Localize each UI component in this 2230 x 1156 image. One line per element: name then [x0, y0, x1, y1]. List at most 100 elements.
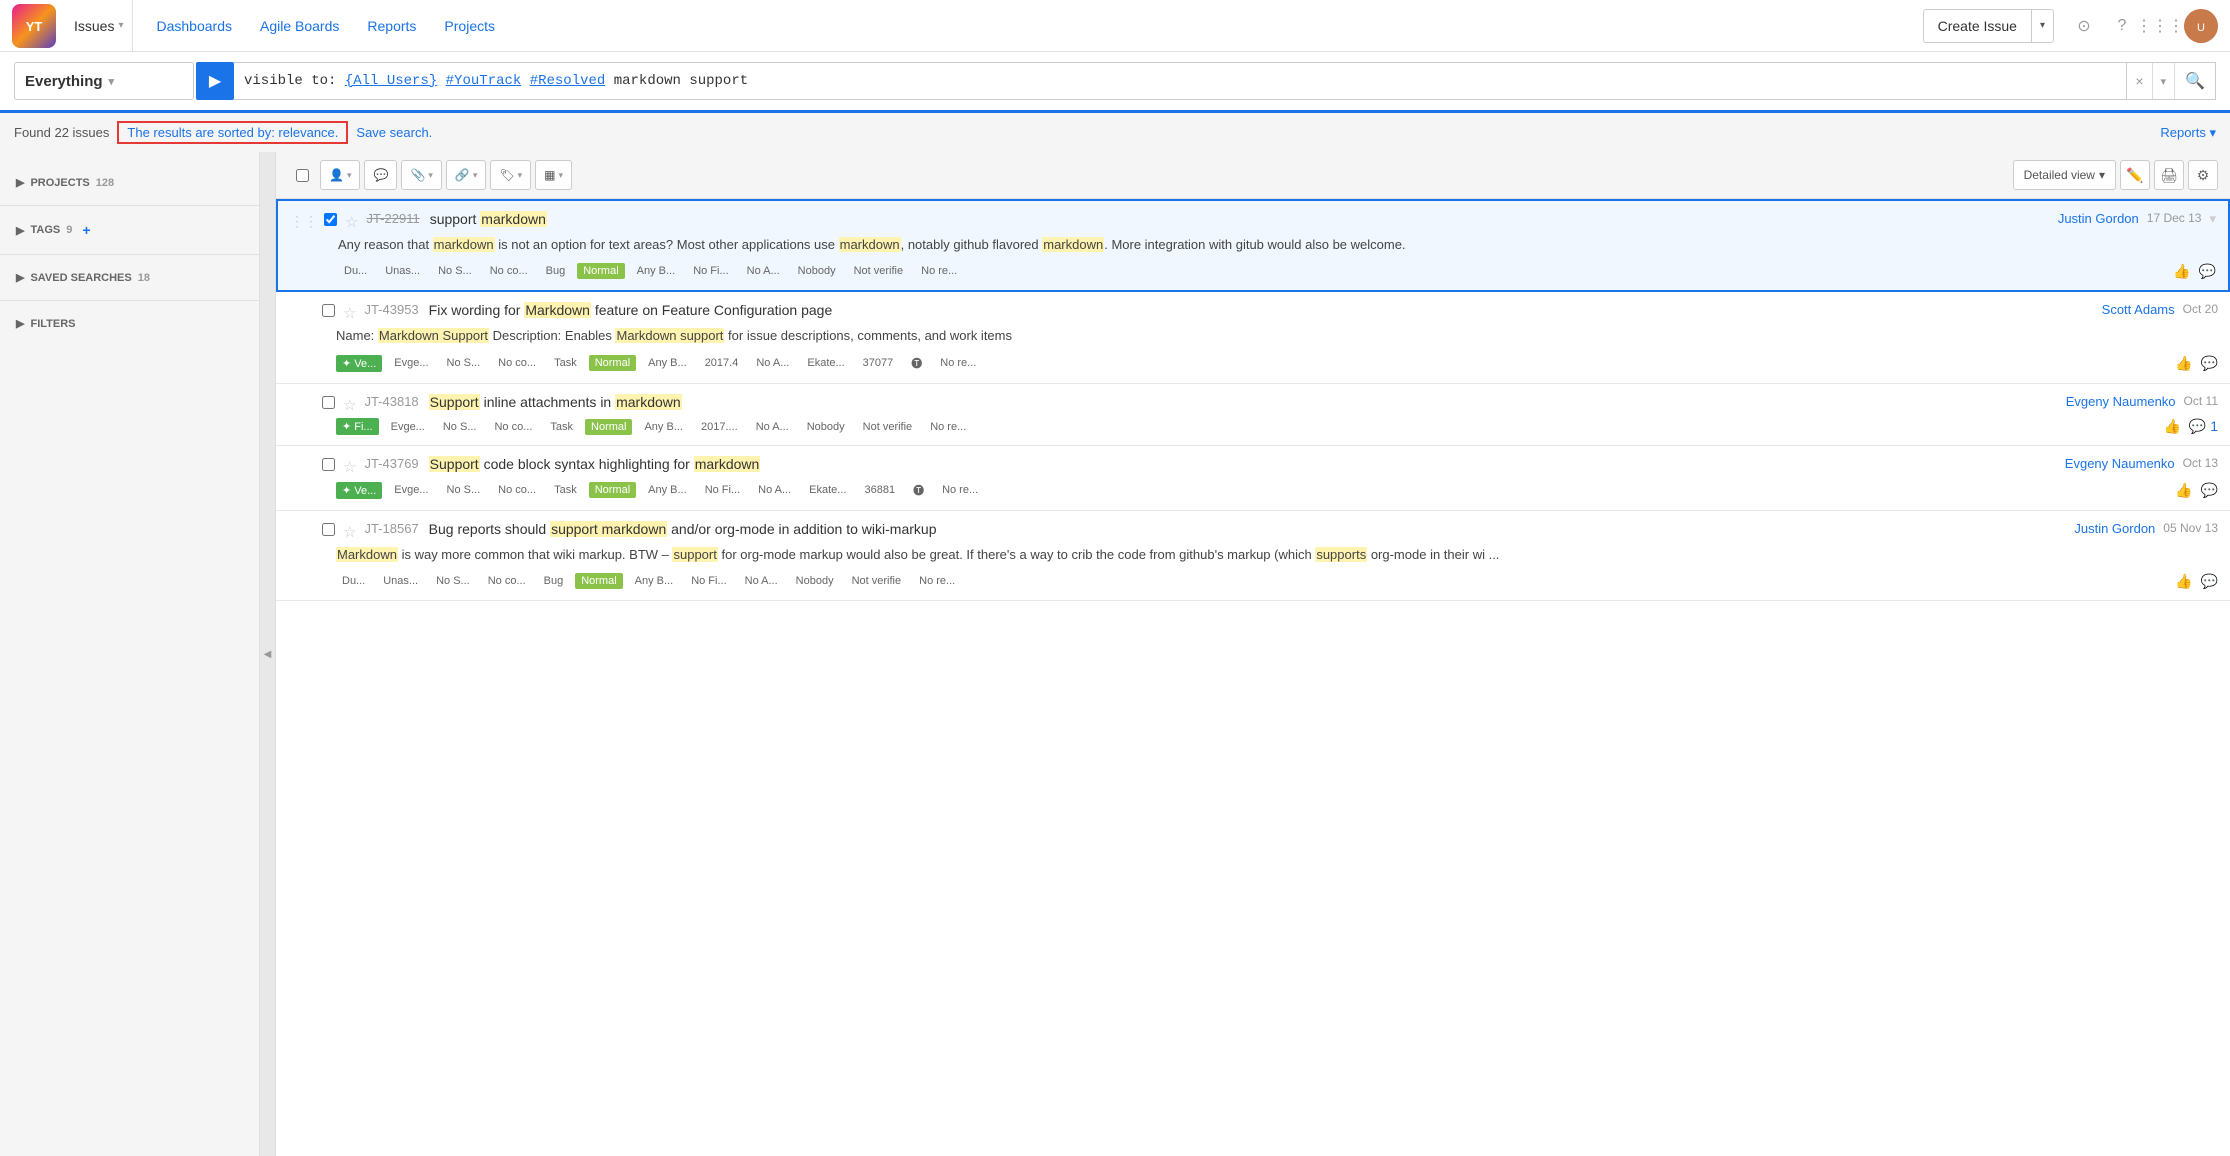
sidebar-projects-header[interactable]: ▶ PROJECTS 128: [16, 172, 243, 193]
tag-filter-btn[interactable]: 🏷 ▾: [490, 160, 531, 190]
add-tag-button[interactable]: +: [82, 222, 90, 238]
notifications-icon[interactable]: ⊙: [2070, 12, 2098, 40]
search-query-input[interactable]: visible to: {All Users} #YouTrack #Resol…: [234, 62, 2126, 100]
settings-btn[interactable]: ⚙: [2188, 160, 2218, 190]
issue-body: Name: Markdown Support Description: Enab…: [336, 326, 2218, 346]
issues-dropdown-arrow: ▾: [118, 20, 123, 31]
issue-title: Support code block syntax highlighting f…: [429, 456, 2053, 472]
print-btn[interactable]: 🖨: [2154, 160, 2184, 190]
issue-row: ⋮⋮ ☆ JT-43953 Fix wording for Markdown f…: [276, 292, 2230, 385]
svg-text:U: U: [2197, 22, 2205, 34]
nav-issues[interactable]: Issues ▾: [66, 0, 133, 52]
star-button[interactable]: ☆: [345, 213, 358, 231]
field-icon: ▦: [544, 168, 555, 182]
issue-checkbox[interactable]: [322, 304, 335, 317]
link-filter-btn[interactable]: 🔗 ▾: [446, 160, 486, 190]
comment-btn[interactable]: 💬: [2201, 355, 2218, 372]
issue-checkbox[interactable]: [322, 396, 335, 409]
issue-date: Oct 20: [2183, 302, 2218, 316]
star-button[interactable]: ☆: [343, 523, 356, 541]
comment-btn[interactable]: 💬: [2201, 482, 2218, 499]
priority-badge: Normal: [589, 355, 636, 371]
issue-meta: ✦ Ve... Evge... No S... No co... Task No…: [336, 480, 2218, 500]
attach-filter-btn[interactable]: 📎 ▾: [401, 160, 441, 190]
star-button[interactable]: ☆: [343, 396, 356, 414]
comment-icon: 💬: [373, 168, 388, 182]
issue-row: ⋮⋮ ☆ JT-43818 Support inline attachments…: [276, 384, 2230, 446]
issue-date: 05 Nov 13: [2163, 521, 2218, 535]
issue-expand-btn[interactable]: ▾: [2209, 211, 2216, 227]
project-selector[interactable]: Everything ▾: [14, 62, 194, 100]
nav-agile-boards[interactable]: Agile Boards: [246, 18, 353, 34]
create-issue-dropdown[interactable]: ▾: [2032, 10, 2053, 42]
issue-id: JT-43818: [364, 394, 418, 409]
priority-badge: Normal: [577, 263, 624, 279]
like-btn[interactable]: 👍: [2173, 263, 2190, 280]
like-btn[interactable]: 👍: [2175, 573, 2192, 590]
apps-icon[interactable]: ⋮⋮⋮: [2146, 12, 2174, 40]
assignee-filter-btn[interactable]: 👤 ▾: [320, 160, 360, 190]
sidebar-filters-header[interactable]: ▶ FILTERS: [16, 313, 243, 334]
attach-icon: 📎: [410, 168, 425, 182]
issue-title: Support inline attachments in markdown: [429, 394, 2054, 410]
issue-checkbox[interactable]: [322, 458, 335, 471]
like-btn[interactable]: 👍: [2175, 482, 2192, 499]
comment-btn[interactable]: 💬: [2199, 263, 2216, 280]
nav-icons: ⊙ ? ⋮⋮⋮ U: [2070, 9, 2218, 43]
sidebar-collapse-button[interactable]: ◀: [260, 152, 276, 1156]
like-btn[interactable]: 👍: [2175, 355, 2192, 372]
issue-checkbox[interactable]: [324, 213, 337, 226]
issue-id: JT-43769: [364, 456, 418, 471]
help-icon[interactable]: ?: [2108, 12, 2136, 40]
comment-btn[interactable]: 💬 1: [2189, 418, 2218, 435]
issue-author[interactable]: Justin Gordon: [2062, 521, 2155, 536]
top-nav: YT Issues ▾ Dashboards Agile Boards Repo…: [0, 0, 2230, 52]
issue-meta: ✦ Ve... Evge... No S... No co... Task No…: [336, 353, 2218, 373]
edit-btn[interactable]: ✏️: [2120, 160, 2150, 190]
issue-author[interactable]: Scott Adams: [2090, 302, 2175, 317]
sidebar-saved-searches-header[interactable]: ▶ SAVED SEARCHES 18: [16, 267, 243, 288]
user-avatar[interactable]: U: [2184, 9, 2218, 43]
reports-link[interactable]: Reports ▾: [2160, 125, 2216, 141]
issue-title: Fix wording for Markdown feature on Feat…: [429, 302, 2090, 318]
save-search-link[interactable]: Save search.: [356, 125, 432, 140]
priority-badge: Normal: [589, 482, 636, 498]
star-button[interactable]: ☆: [343, 304, 356, 322]
issue-author[interactable]: Evgeny Naumenko: [2053, 456, 2175, 471]
issue-row: ⋮⋮ ☆ JT-43769 Support code block syntax …: [276, 446, 2230, 511]
nav-dashboards[interactable]: Dashboards: [143, 18, 247, 34]
search-go-button[interactable]: ▶: [196, 62, 234, 100]
issue-date: Oct 11: [2184, 394, 2218, 408]
issue-meta: Du... Unas... No S... No co... Bug Norma…: [338, 263, 2216, 280]
tag-icon: 🏷: [499, 168, 514, 182]
issue-author[interactable]: Evgeny Naumenko: [2054, 394, 2176, 409]
project-dropdown-arrow: ▾: [109, 75, 115, 88]
issue-title: support markdown: [430, 211, 2046, 227]
nav-reports[interactable]: Reports: [353, 18, 430, 34]
comment-filter-btn[interactable]: 💬: [364, 160, 397, 190]
sidebar: ▶ PROJECTS 128 ▶ TAGS 9 + ▶ SAVED SEARCH…: [0, 152, 260, 1156]
nav-projects[interactable]: Projects: [430, 18, 509, 34]
search-clear-button[interactable]: ×: [2127, 63, 2152, 99]
view-mode-selector[interactable]: Detailed view ▾: [2013, 160, 2116, 190]
star-button[interactable]: ☆: [343, 458, 356, 476]
create-issue-button[interactable]: Create Issue ▾: [1923, 9, 2054, 43]
issue-author[interactable]: Justin Gordon: [2046, 211, 2139, 226]
priority-badge: Normal: [585, 419, 632, 435]
select-all-checkbox[interactable]: [296, 169, 309, 182]
field-filter-btn[interactable]: ▦ ▾: [535, 160, 572, 190]
person-icon: 👤: [329, 168, 344, 182]
search-options-dropdown[interactable]: ▾: [2153, 63, 2176, 99]
issue-row: ⋮⋮ ☆ JT-18567 Bug reports should support…: [276, 511, 2230, 601]
sidebar-saved-searches-arrow: ▶: [16, 271, 24, 284]
issue-checkbox[interactable]: [322, 523, 335, 536]
comment-btn[interactable]: 💬: [2201, 573, 2218, 590]
sort-indicator[interactable]: The results are sorted by: relevance.: [117, 121, 348, 144]
search-submit-button[interactable]: 🔍: [2175, 63, 2215, 99]
sidebar-tags-header[interactable]: ▶ TAGS 9 +: [16, 218, 243, 242]
search-bar: Everything ▾ ▶ visible to: {All Users} #…: [0, 52, 2230, 113]
like-btn[interactable]: 👍: [2163, 418, 2180, 435]
content-area: 👤 ▾ 💬 📎 ▾ 🔗 ▾ 🏷 ▾ ▦ ▾: [276, 152, 2230, 1156]
issues-toolbar: 👤 ▾ 💬 📎 ▾ 🔗 ▾ 🏷 ▾ ▦ ▾: [276, 152, 2230, 199]
issue-row: ⋮⋮ ☆ JT-22911 support markdown Justin Go…: [276, 199, 2230, 292]
